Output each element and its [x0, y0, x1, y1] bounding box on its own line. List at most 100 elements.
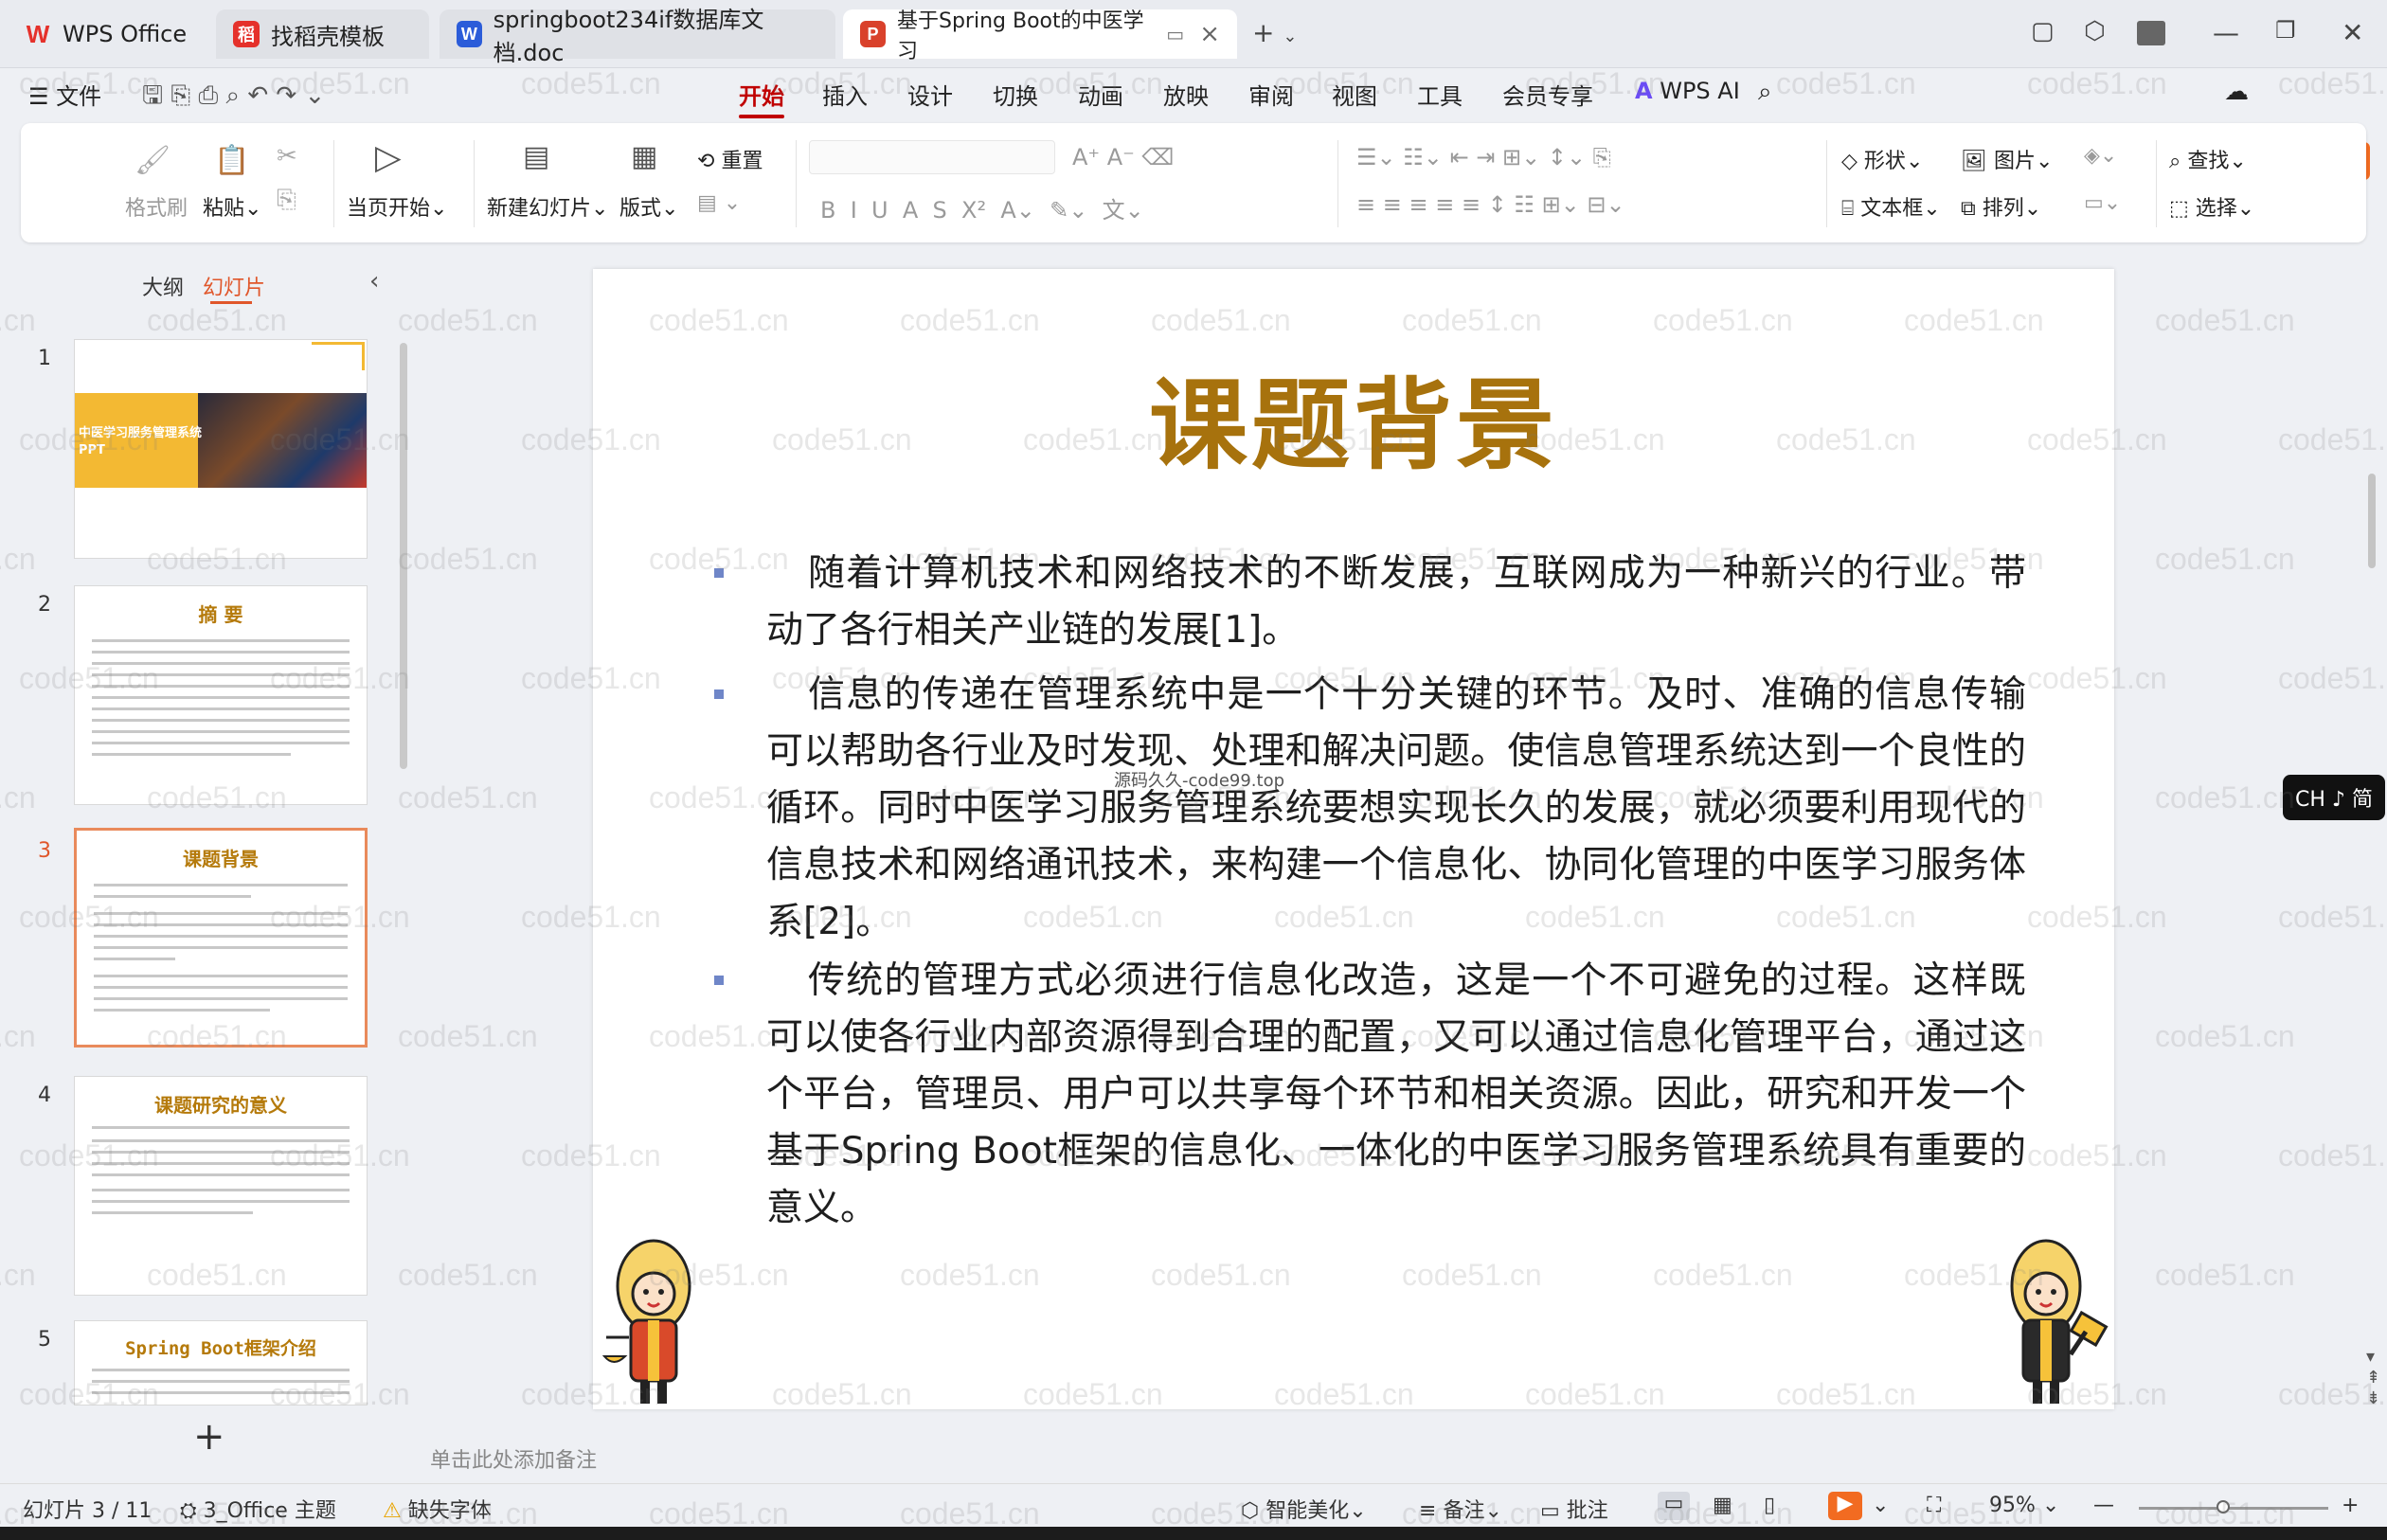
tab-ppt-active[interactable]: P 基于Spring Boot的中医学习 ▭ × — [843, 9, 1237, 63]
paragraph-1[interactable]: 随着计算机技术和网络技术的不断发展，互联网成为一种新兴的行业。带动了各行相关产业… — [766, 546, 2026, 659]
find-button[interactable]: ⌕ 查找⌄ — [2169, 144, 2247, 174]
menu-review[interactable]: 审阅 — [1248, 78, 1294, 111]
zoom-out-icon[interactable]: — — [2093, 1494, 2114, 1517]
slide-thumbnail-1[interactable]: 中医学习服务管理系统 PPT — [74, 339, 368, 559]
outline-button[interactable]: ▭⌄ — [2084, 191, 2121, 215]
play-from-current-icon[interactable]: ▷ — [375, 138, 402, 177]
wps-ai-button[interactable]: A WPS AI — [1635, 78, 1740, 104]
menu-insert[interactable]: 插入 — [822, 78, 868, 111]
menu-animation[interactable]: 动画 — [1078, 78, 1123, 111]
slide-thumbnail-5[interactable]: Spring Boot框架介绍 — [74, 1320, 368, 1406]
play-slideshow-icon[interactable]: ▶ — [1828, 1492, 1862, 1520]
file-menu[interactable]: ☰ 文件 — [28, 78, 101, 111]
format-painter-icon[interactable]: 🖌 — [135, 144, 170, 177]
slide-canvas[interactable]: 课题背景 随着计算机技术和网络技术的不断发展，互联网成为一种新兴的行业。带动了各… — [593, 269, 2114, 1409]
close-window-icon[interactable]: ✕ — [2342, 17, 2363, 48]
watermark-text: code51.cn — [398, 1019, 538, 1053]
layout-button[interactable]: 版式⌄ — [619, 191, 678, 222]
window-layout-icon[interactable]: ▢ — [2031, 17, 2055, 45]
menu-home[interactable]: 开始 — [739, 78, 784, 118]
slide-thumbnail-3[interactable]: 课题背景 — [74, 828, 368, 1048]
maximize-icon[interactable]: ❐ — [2275, 17, 2296, 44]
cloud-upload-icon[interactable]: ☁ — [2224, 78, 2249, 106]
watermark-text: code51.cn — [2278, 661, 2387, 695]
slide-thumbnail-4[interactable]: 课题研究的意义 — [74, 1076, 368, 1296]
font-name-select[interactable] — [809, 140, 1055, 174]
smart-beautify-button[interactable]: ⬡ 智能美化⌄ — [1241, 1494, 1367, 1524]
tab-template[interactable]: 稻 找稻壳模板 — [216, 9, 429, 59]
cube-icon[interactable]: ⬡ — [2084, 17, 2106, 45]
new-slide-button[interactable]: 新建幻灯片⌄ — [487, 191, 608, 222]
paragraph-list-controls[interactable]: ☰⌄ ☷⌄ ⇤ ⇥ ⊞⌄ ↕⌄ ⎘ — [1356, 144, 1611, 170]
canvas-scrollbar[interactable] — [2368, 474, 2376, 568]
paragraph-align-controls[interactable]: ≡ ≡ ≡ ≡ ≡ ↕ ☷ ⊞⌄ ⊟⌄ — [1356, 191, 1625, 218]
theme-indicator[interactable]: ⛭ 3_Office 主题 — [180, 1494, 336, 1524]
normal-view-icon[interactable]: ▭ — [1658, 1492, 1690, 1520]
zoom-slider-handle[interactable] — [2216, 1500, 2230, 1513]
slide-number: 1 — [38, 347, 51, 370]
ime-indicator[interactable]: CH ♪ 简 — [2283, 775, 2385, 820]
menu-view[interactable]: 视图 — [1332, 78, 1377, 111]
notes-placeholder[interactable]: 单击此处添加备注 — [430, 1443, 597, 1474]
collapse-panel-icon[interactable]: ‹ — [369, 267, 379, 295]
copy-icon[interactable]: ⎘ — [277, 186, 296, 215]
scroll-arrows-icon[interactable]: ▾ ⇞ ⇟ — [2366, 1347, 2380, 1409]
paragraph-3[interactable]: 传统的管理方式必须进行信息化改造，这是一个不可避免的过程。这样既可以使各行业内部… — [766, 953, 2026, 1237]
menu-slideshow[interactable]: 放映 — [1163, 78, 1209, 111]
avatar[interactable] — [2137, 21, 2165, 45]
warning-icon: ⚠ — [383, 1499, 402, 1523]
reset-button[interactable]: ⟲ 重置 — [697, 144, 763, 174]
menu-transition[interactable]: 切换 — [993, 78, 1038, 111]
fill-button[interactable]: ◈⌄ — [2084, 144, 2117, 168]
judge-scales-illustration — [601, 1233, 695, 1409]
quick-access-icons[interactable]: 🖫 ⎘ ⎙ ⌕ ↶ ↷ ⌄ — [142, 78, 325, 119]
tab-doc[interactable]: W springboot234if数据库文档.doc — [440, 7, 835, 66]
slide-title[interactable]: 课题背景 — [593, 345, 2114, 488]
notes-toggle-button[interactable]: ≡ 备注⌄ — [1419, 1494, 1502, 1524]
paste-icon[interactable]: 📋 — [214, 144, 249, 177]
status-bar: 幻灯片 3 / 11 ⛭ 3_Office 主题 ⚠ 缺失字体 ⬡ 智能美化⌄ … — [0, 1483, 2387, 1531]
play-options-icon[interactable]: ⌄ — [1872, 1494, 1889, 1517]
arrange-button[interactable]: ⧉ 排列⌄ — [1961, 191, 2041, 222]
close-tab-icon[interactable]: × — [1199, 20, 1220, 48]
format-painter-label[interactable]: 格式刷 — [125, 191, 188, 222]
new-tab-icon[interactable]: + ⌄ — [1252, 17, 1297, 48]
select-button[interactable]: ⬚ 选择⌄ — [2169, 191, 2254, 222]
picture-button[interactable]: 🖼 图片⌄ — [1961, 144, 2053, 174]
zoom-in-icon[interactable]: + — [2342, 1494, 2359, 1517]
slides-tab[interactable]: 幻灯片 — [203, 271, 265, 301]
reading-view-icon[interactable]: ▯ — [1764, 1494, 1775, 1517]
font-style-controls[interactable]: B I U A S X² A⌄ ✎⌄ 文⌄ — [820, 191, 1144, 224]
cut-icon[interactable]: ✂ — [277, 142, 297, 170]
layout-icon[interactable]: ▦ — [631, 140, 657, 173]
font-size-controls[interactable]: A⁺ A⁻ ⌫ — [1072, 144, 1174, 170]
start-from-current-button[interactable]: 当页开始⌄ — [347, 191, 447, 222]
menu-member[interactable]: 会员专享 — [1502, 78, 1593, 111]
monitor-icon[interactable]: ▭ — [1166, 23, 1184, 45]
textbox-button[interactable]: ⌸ 文本框⌄ — [1841, 191, 1941, 222]
paste-button[interactable]: 粘贴⌄ — [203, 191, 261, 222]
menu-tools[interactable]: 工具 — [1417, 78, 1463, 111]
grid-view-icon[interactable]: ▦ — [1713, 1494, 1732, 1517]
new-slide-icon[interactable]: ▤ — [523, 140, 549, 173]
search-icon[interactable]: ⌕ — [1758, 78, 1772, 107]
add-slide-button[interactable]: + — [193, 1415, 225, 1459]
outline-tab[interactable]: 大纲 — [142, 271, 184, 301]
tab-wps-office[interactable]: W WPS Office — [8, 9, 206, 59]
panel-scrollbar[interactable] — [400, 343, 407, 769]
section-button[interactable]: ▤ ⌄ — [697, 191, 741, 215]
menu-design[interactable]: 设计 — [907, 78, 953, 111]
fit-window-icon[interactable]: ⛶ — [1927, 1494, 1941, 1517]
watermark-text: code51.cn — [398, 780, 538, 815]
slide-number: 5 — [38, 1328, 51, 1352]
notes-pane[interactable]: 单击此处添加备注 — [417, 1432, 2387, 1483]
comments-button[interactable]: ▭ 批注 — [1540, 1494, 1608, 1524]
zoom-slider[interactable] — [2139, 1507, 2328, 1510]
paragraph-2[interactable]: 信息的传递在管理系统中是一个十分关键的环节。及时、准确的信息传输可以帮助各行业及… — [766, 667, 2026, 951]
slide-thumbnail-2[interactable]: 摘 要 — [74, 585, 368, 805]
shape-button[interactable]: ◇ 形状⌄ — [1841, 144, 1923, 174]
zoom-level[interactable]: 95% ⌄ — [1989, 1494, 2059, 1517]
minimize-icon[interactable]: — — [2213, 17, 2239, 48]
wps-logo-icon: W — [26, 19, 50, 48]
missing-font-warning[interactable]: ⚠ 缺失字体 — [383, 1494, 492, 1524]
